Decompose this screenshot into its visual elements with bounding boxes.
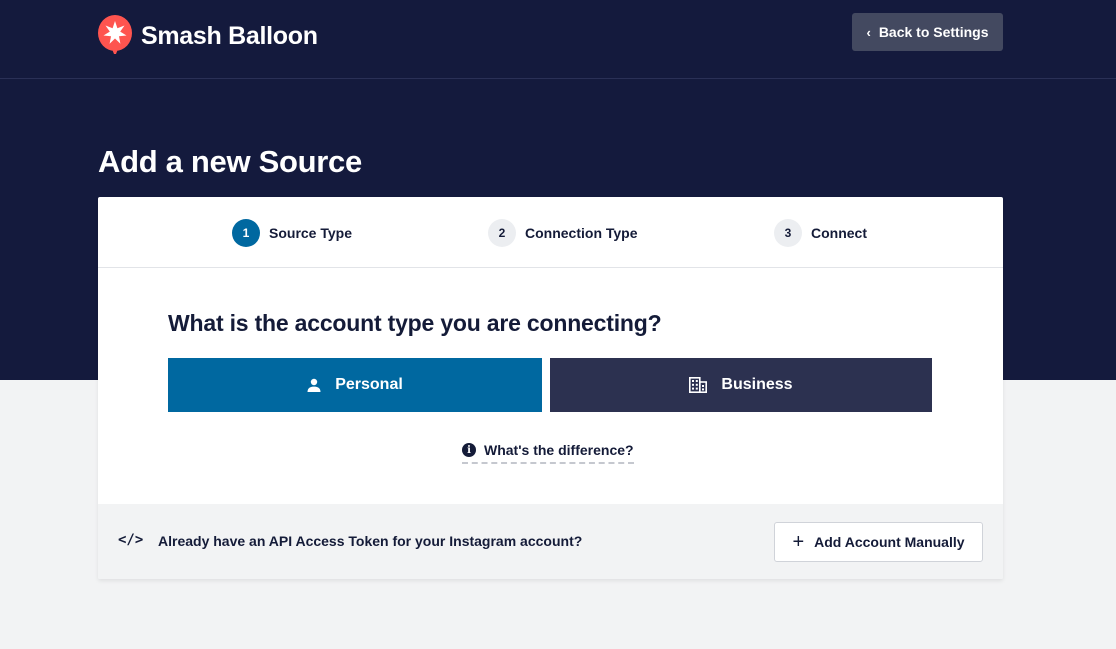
info-icon: i xyxy=(462,443,476,457)
add-source-card: 1 Source Type 2 Connection Type 3 Connec… xyxy=(98,197,1003,579)
steps-bar: 1 Source Type 2 Connection Type 3 Connec… xyxy=(98,197,1003,268)
building-icon xyxy=(689,377,708,393)
step-connection-type: 2 Connection Type xyxy=(488,219,638,247)
step-connect: 3 Connect xyxy=(774,219,867,247)
api-token-prompt: Already have an API Access Token for you… xyxy=(158,533,583,549)
step-number: 1 xyxy=(232,219,260,247)
plus-icon: + xyxy=(792,531,805,553)
brand-logo: Smash Balloon xyxy=(97,14,318,58)
api-token-footer: </> Already have an API Access Token for… xyxy=(98,504,1003,579)
business-account-button[interactable]: Business xyxy=(550,358,932,412)
chevron-left-icon: ‹ xyxy=(866,24,871,40)
step-source-type: 1 Source Type xyxy=(232,219,352,247)
code-icon: </> xyxy=(118,532,144,548)
step-label: Connect xyxy=(811,225,867,241)
back-to-settings-button[interactable]: ‹ Back to Settings xyxy=(852,13,1003,51)
person-icon xyxy=(307,378,321,392)
personal-label: Personal xyxy=(335,376,403,393)
personal-account-button[interactable]: Personal xyxy=(168,358,542,412)
difference-label: What's the difference? xyxy=(484,442,634,458)
account-type-question: What is the account type you are connect… xyxy=(168,310,662,336)
step-label: Connection Type xyxy=(525,225,638,241)
brand-name: Smash Balloon xyxy=(141,21,318,50)
add-account-manually-label: Add Account Manually xyxy=(814,534,965,550)
top-bar: Smash Balloon ‹ Back to Settings xyxy=(0,0,1116,79)
business-label: Business xyxy=(721,376,793,393)
page-title: Add a new Source xyxy=(98,144,362,179)
add-account-manually-button[interactable]: + Add Account Manually xyxy=(774,522,983,562)
balloon-star-icon xyxy=(98,15,132,54)
step-number: 3 xyxy=(774,219,802,247)
back-to-settings-label: Back to Settings xyxy=(878,24,989,40)
step-number: 2 xyxy=(488,219,516,247)
whats-the-difference-link[interactable]: i What's the difference? xyxy=(462,442,634,464)
step-label: Source Type xyxy=(269,225,352,241)
